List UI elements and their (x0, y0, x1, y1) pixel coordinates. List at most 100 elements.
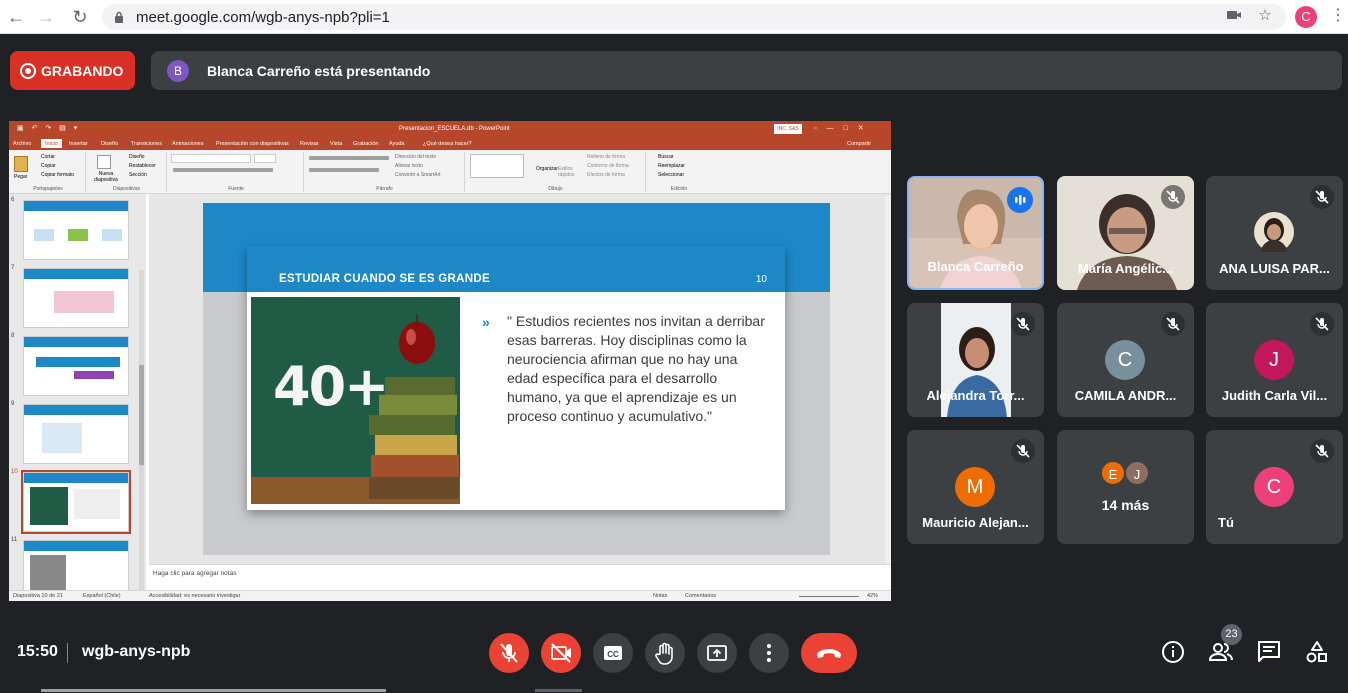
shape-effects-label[interactable]: Efectos de forma (587, 172, 625, 178)
more-options-button[interactable] (749, 633, 789, 673)
slide-thumbnail-number: 7 (11, 265, 15, 271)
accessibility-status[interactable]: Accesibilidad: es necesario investigar (149, 593, 240, 599)
more-participants-tile[interactable]: E J 14 más (1057, 430, 1194, 544)
list-buttons[interactable] (309, 156, 389, 160)
new-slide-label[interactable]: Nueva diapositiva (89, 171, 123, 183)
paste-icon[interactable] (14, 156, 28, 172)
slide-thumbnail[interactable]: 7 (11, 265, 129, 328)
tab-vista[interactable]: Vista (330, 141, 342, 147)
paste-label[interactable]: Pegar (14, 174, 27, 180)
tab-presentacion[interactable]: Presentación con diapositivas (216, 141, 289, 147)
notes-pane[interactable]: Haga clic para agregar notas (149, 564, 891, 590)
participant-tile[interactable]: C CAMILA ANDR... (1057, 303, 1194, 417)
current-slide[interactable]: ESTUDIAR CUANDO SE ES GRANDE 10 40+ » " … (203, 203, 830, 555)
editor-scrollbar[interactable] (885, 196, 891, 566)
bookmark-star-icon[interactable]: ☆ (1256, 7, 1274, 25)
tab-diseno[interactable]: Diseño (101, 141, 118, 147)
cut-label[interactable]: Cortar (41, 154, 55, 160)
new-slide-icon[interactable] (97, 155, 111, 169)
forward-icon[interactable]: → (34, 5, 58, 29)
slide-count-status: Diapositiva 10 de 21 (13, 593, 63, 599)
recording-indicator: GRABANDO (10, 51, 135, 90)
section-label[interactable]: Sección (129, 172, 147, 178)
lock-icon (115, 11, 123, 23)
meeting-details-button[interactable] (1160, 639, 1186, 665)
activities-button[interactable] (1304, 639, 1330, 665)
tab-ayuda[interactable]: Ayuda (389, 141, 405, 147)
participant-tile[interactable]: M Mauricio Alejan... (907, 430, 1044, 544)
shape-outline-label[interactable]: Contorno de forma (587, 163, 629, 169)
thumbnail-scrollbar[interactable] (139, 270, 144, 601)
notes-placeholder[interactable]: Haga clic para agregar notas (153, 570, 236, 577)
url-text[interactable]: meet.google.com/wgb-anys-npb?pli=1 (136, 9, 390, 26)
reset-label[interactable]: Restablecer (129, 163, 156, 169)
camera-blocked-icon[interactable] (1225, 7, 1243, 25)
meeting-code[interactable]: wgb-anys-npb (82, 643, 190, 661)
mic-off-icon (1310, 185, 1334, 209)
slide-thumbnail[interactable]: 9 (11, 401, 129, 464)
record-icon (20, 63, 36, 79)
tab-inicio[interactable]: Inicio (41, 139, 62, 148)
mic-off-icon (500, 643, 518, 663)
tab-insertar[interactable]: Insertar (69, 141, 88, 147)
info-icon (1162, 641, 1184, 663)
zoom-slider[interactable] (799, 596, 859, 597)
tab-transiciones[interactable]: Transiciones (131, 141, 162, 147)
participant-tile[interactable]: ANA LUISA PAR... (1206, 176, 1343, 290)
mic-off-icon (1310, 439, 1334, 463)
tell-me-search[interactable]: ¿Qué desea hacer? (423, 141, 472, 147)
participant-avatar: C (1105, 340, 1145, 380)
participant-avatar-small: E (1100, 460, 1126, 486)
shapes-gallery[interactable] (470, 154, 524, 178)
back-icon[interactable]: ← (4, 5, 28, 29)
comments-toggle[interactable]: Comentarios (685, 593, 716, 599)
quick-styles-label[interactable]: Estilos rápidos (558, 166, 580, 178)
font-name-select[interactable] (171, 154, 251, 163)
participant-name: Tú (1218, 515, 1234, 530)
bullet-chevron-icon: » (482, 314, 490, 330)
participant-tile[interactable]: Blanca Carreño (907, 176, 1044, 290)
mic-toggle-button[interactable] (489, 633, 529, 673)
shape-fill-label[interactable]: Relleno de forma (587, 154, 625, 160)
browser-menu-icon[interactable]: ⋮ (1330, 7, 1346, 25)
slide-thumbnail[interactable]: 6 (11, 197, 129, 260)
profile-avatar[interactable]: C (1295, 6, 1317, 28)
captions-button[interactable]: CC (593, 633, 633, 673)
tab-archivo[interactable]: Archivo (13, 141, 31, 147)
select-label[interactable]: Seleccionar (658, 172, 684, 178)
end-call-button[interactable] (801, 633, 857, 673)
slide-thumbnail-selected[interactable]: 10 (11, 469, 131, 534)
tab-revisar[interactable]: Revisar (300, 141, 319, 147)
tab-animaciones[interactable]: Animaciones (172, 141, 204, 147)
text-direction-label[interactable]: Dirección del texto (395, 154, 436, 160)
copy-label[interactable]: Copiar (41, 163, 56, 169)
smartart-label[interactable]: Convertir a SmartArt (395, 172, 441, 178)
camera-toggle-button[interactable] (541, 633, 581, 673)
align-text-label[interactable]: Alinear texto (395, 163, 423, 169)
font-size-select[interactable] (254, 154, 276, 163)
arrange-label[interactable]: Organizar (536, 166, 558, 172)
participant-name: ANA LUISA PAR... (1219, 261, 1330, 276)
layout-label[interactable]: Diseño (129, 154, 145, 160)
participant-tile[interactable]: Alejandra Torr... (907, 303, 1044, 417)
participant-tile[interactable]: María Angélic... (1057, 176, 1194, 290)
chat-button[interactable] (1256, 639, 1282, 665)
find-label[interactable]: Buscar (658, 154, 674, 160)
format-painter-label[interactable]: Copiar formato (41, 172, 74, 178)
share-button[interactable]: Compartir (847, 141, 871, 147)
notes-toggle[interactable]: Notas (653, 593, 667, 599)
replace-label[interactable]: Reemplazar (658, 163, 685, 169)
participant-avatar-small: J (1124, 460, 1150, 486)
slide-thumbnail[interactable]: 8 (11, 333, 129, 396)
language-status[interactable]: Español (Chile) (83, 593, 121, 599)
present-now-button[interactable] (697, 633, 737, 673)
tab-grabacion[interactable]: Grabación (353, 141, 378, 147)
participant-tile[interactable]: J Judith Carla Vil... (1206, 303, 1343, 417)
font-format-buttons[interactable] (173, 168, 273, 172)
zoom-level[interactable]: 42% (867, 593, 878, 599)
address-bar[interactable]: meet.google.com/wgb-anys-npb?pli=1 (102, 4, 1286, 30)
reload-icon[interactable]: ↻ (68, 5, 92, 29)
self-tile[interactable]: C Tú (1206, 430, 1343, 544)
align-buttons[interactable] (309, 168, 379, 172)
raise-hand-button[interactable] (645, 633, 685, 673)
